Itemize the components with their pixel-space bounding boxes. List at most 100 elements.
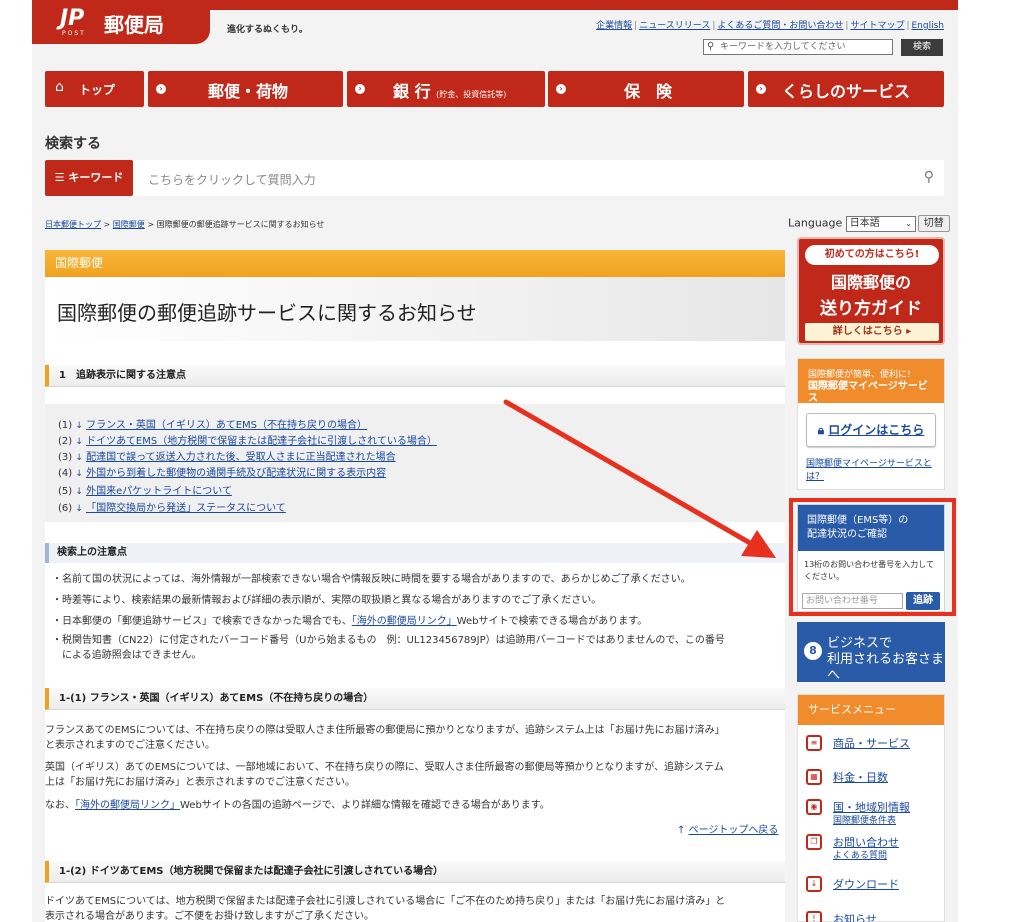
keyword-button[interactable]: ☰ キーワード [45, 160, 133, 196]
paragraph: と表示されますのでご注意ください。 [45, 740, 215, 751]
breadcrumb-intl[interactable]: 国際郵便 [113, 220, 145, 229]
language-label: Language [788, 216, 843, 230]
list-icon: ☰ [54, 171, 69, 184]
guide-line-1: 国際郵便の [830, 273, 911, 292]
paragraph: 上は「お届け先にお届け済み」と表示されますのでご注意ください。 [45, 777, 355, 788]
notes-heading: 検索上の注意点 [45, 543, 785, 563]
annotation-highlight-box [789, 498, 956, 616]
download-icon: ↓ [806, 876, 822, 892]
note-item: ・名前て国の状況によっては、海外情報が一部検索できない場合や情報反映に時間を要す… [52, 574, 691, 585]
chevron-right-icon: ▸ [906, 326, 912, 337]
business-banner[interactable]: 8 ビジネスで 利用されるお客さまへ [797, 622, 945, 683]
language-select[interactable]: 日本語 ⌄ [845, 215, 916, 232]
nav-top[interactable]: ⌂ トップ [45, 71, 144, 107]
arrow-down-icon: ↓ [75, 469, 83, 479]
nav-insurance-label: 保 険 [624, 82, 673, 101]
tagline: 進化するぬくもり。 [227, 25, 308, 35]
mypage-about-link[interactable]: 国際郵便マイページサービスとは？ [806, 458, 940, 484]
nav-bank-label: 銀 行 (貯金、投資信託等) [393, 82, 507, 101]
guide-more-label: 詳しくはこちら ▸ [805, 323, 939, 341]
search-icon: ⚲ [707, 41, 715, 52]
logo-name: 郵便局 [104, 13, 164, 37]
search-heading: 検索する [45, 136, 101, 152]
paragraph: フランスあてのEMSについては、不在持ち戻りの際は受取人さま住所最寄の郵便局に預… [45, 725, 725, 736]
mypage-box: 国際郵便が簡単、便利に! 国際郵便マイページサービス 🔒︎ ログインはこちら 国際… [797, 358, 945, 490]
chat-icon: ❐ [806, 834, 822, 850]
anchor-link-2[interactable]: (2) ↓ ドイツあてEMS（地方税関で保留または配達子会社に引渡しされている場… [58, 432, 437, 447]
nav-mail-label: 郵便・荷物 [208, 82, 289, 101]
arrow-down-icon: ↓ [75, 421, 83, 431]
breadcrumb-home[interactable]: 日本郵便トップ [45, 220, 101, 229]
utility-links: 企業情報 | ニュースリリース | よくあるご質問・お問い合わせ | サイトマップ | Engl… [596, 21, 945, 31]
mypage-header: 国際郵便が簡単、便利に! 国際郵便マイページサービス [798, 359, 944, 404]
section-heading-1: 1 追跡表示に関する注意点 [45, 365, 785, 387]
guide-line-2: 送り方ガイド [820, 299, 922, 319]
guide-top-label: 初めての方はこちら! [805, 245, 939, 265]
page-title-box: 国際郵便の郵便追跡サービスに関するお知らせ [45, 277, 785, 341]
link-news[interactable]: ニュースリリース [639, 21, 710, 31]
anchor-link-4[interactable]: (4) ↓ 外国から到着した郵便物の通関手続及び配達状況に関する表示内容 [58, 464, 386, 479]
note-item: ・日本郵便の「郵便追跡サービス」で検索できなかった場合でも、「海外の郵便局リンク… [52, 616, 648, 627]
chevron-down-icon: ⌄ [905, 218, 912, 228]
login-button[interactable]: 🔒︎ ログインはこちら [806, 413, 936, 447]
location-icon: ◉ [806, 799, 822, 815]
language-switcher: Language 日本語 ⌄ 切替 [788, 215, 950, 232]
nav-bank[interactable]: › 銀 行 (貯金、投資信託等) [347, 71, 545, 107]
paragraph: ドイツあてEMSについては、地方税関で保留または配達子会社に引渡しされている場合… [45, 896, 726, 907]
paragraph: 表示される場合があります。ご不便をお掛け致しますがご了承ください。 [45, 911, 374, 922]
lock-icon: 🔒︎ [817, 423, 825, 437]
anchor-link-3[interactable]: (3) ↓ 配達国で誤って返送入力された後、受取人さまに正当配達された場合 [58, 448, 396, 463]
paragraph: なお、「海外の郵便局リンク」Webサイトの各国の追跡ページで、より詳細な情報を確… [45, 800, 550, 811]
paragraph: 英国（イギリス）あてのEMSについては、一部地域において、不在持ち戻りの際に、受… [45, 762, 724, 773]
link-sitemap[interactable]: サイトマップ [850, 21, 904, 31]
note-item-cont: による追跡照会はできません。 [62, 650, 202, 661]
header-search-input[interactable]: ⚲ キーワードを入力してください [703, 39, 893, 55]
nav-life[interactable]: › くらしのサービス [748, 71, 944, 107]
anchor-link-5[interactable]: (5) ↓ 外国来eパケットライトについて [58, 482, 232, 497]
page-title: 国際郵便の郵便追跡サービスに関するお知らせ [57, 301, 477, 325]
overseas-post-link[interactable]: 「海外の郵便局リンク」 [75, 800, 180, 811]
nav-mail[interactable]: › 郵便・荷物 [148, 71, 343, 107]
note-item: ・時差等により、検索結果の最新情報および詳細の表示順が、実際の取扱順と異なる場合… [52, 595, 602, 606]
header-search-button[interactable]: 検索 [901, 39, 943, 56]
page-top-link[interactable]: ↑ ページトップへ戻る [677, 821, 778, 836]
jp-post-logo-icon: JP [60, 6, 85, 31]
business-label: ビジネスで 利用されるお客さまへ [827, 636, 945, 683]
overseas-post-link[interactable]: 「海外の郵便局リンク」 [352, 616, 457, 627]
service-menu: サービスメニュー ≡ 商品・サービス ▦ 料金・日数 ◉ 国・地域別情報 国際郵便条件表… [797, 694, 945, 922]
chevron-right-icon: › [156, 84, 166, 94]
chevron-right-icon: › [355, 84, 365, 94]
home-icon: ⌂ [55, 79, 64, 95]
notice-icon: ! [806, 911, 822, 922]
arrow-up-icon: ↑ [677, 825, 686, 836]
arrow-down-icon: ↓ [75, 453, 83, 463]
category-bar: 国際郵便 [45, 250, 785, 277]
link-corporate[interactable]: 企業情報 [596, 21, 632, 31]
chevron-right-icon: › [556, 84, 566, 94]
document-icon: ≡ [806, 735, 822, 751]
keyword-input-placeholder[interactable]: こちらをクリックして質問入力 [148, 171, 316, 188]
header-search-placeholder: キーワードを入力してください [720, 42, 846, 52]
section-heading-1-1: 1-(1) フランス・英国（イギリス）あてEMS（不在持ち戻りの場合） [45, 688, 785, 710]
user-icon: 8 [804, 642, 822, 660]
arrow-down-icon: ↓ [75, 504, 83, 514]
shipping-guide-banner[interactable]: 初めての方はこちら! 国際郵便の 送り方ガイド 詳しくはこちら ▸ [797, 237, 945, 345]
breadcrumb: 日本郵便トップ > 国際郵便 > 国際郵便の郵便追跡サービスに関するお知らせ [45, 220, 325, 229]
calendar-icon: ▦ [806, 769, 822, 785]
link-english[interactable]: English [912, 21, 945, 31]
keyword-search-bar[interactable]: ☰ キーワード こちらをクリックして質問入力 ⚲ [45, 160, 944, 196]
site-logo[interactable]: JP POST 郵便局 [32, 0, 210, 44]
chevron-right-icon: › [756, 84, 766, 94]
service-menu-heading: サービスメニュー [798, 695, 944, 725]
nav-life-label: くらしのサービス [782, 82, 911, 101]
arrow-down-icon: ↓ [75, 487, 83, 497]
logo-post-text: POST [62, 30, 86, 37]
anchor-link-1[interactable]: (1) ↓ フランス・英国（イギリス）あてEMS（不在持ち戻りの場合） [58, 416, 367, 431]
nav-top-label: トップ [79, 83, 116, 97]
language-switch-button[interactable]: 切替 [917, 215, 950, 232]
anchor-link-6[interactable]: (6) ↓ 「国際交換局から発送」ステータスについて [58, 499, 286, 514]
search-icon[interactable]: ⚲ [924, 169, 934, 185]
nav-insurance[interactable]: › 保 険 [548, 71, 744, 107]
section-heading-1-2: 1-(2) ドイツあてEMS（地方税関で保留または配達子会社に引渡しされている場… [45, 861, 785, 883]
link-faq[interactable]: よくあるご質問・お問い合わせ [717, 21, 843, 31]
